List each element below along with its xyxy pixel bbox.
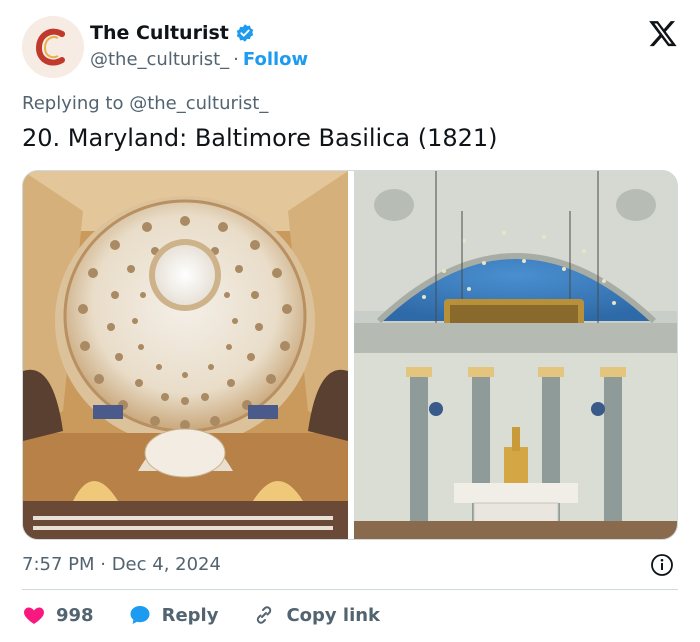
copy-link-label: Copy link [286,604,381,626]
separator-dot: · [233,49,239,70]
timestamp[interactable]: 7:57 PM · Dec 4, 2024 [22,554,221,575]
reply-bubble-icon [130,606,150,624]
like-count: 998 [56,604,94,626]
tweet-card: The Culturist @the_culturist_ · Follow R… [0,0,700,642]
basilica-altar-photo[interactable] [354,171,677,539]
tweet-header: The Culturist @the_culturist_ · Follow [22,16,678,78]
media-grid [22,170,678,540]
reply-label: Reply [161,604,219,626]
like-button[interactable]: 998 [22,603,94,627]
replying-to: Replying to @the_culturist_ [22,93,269,114]
copy-link-button[interactable]: Copy link [252,603,380,627]
author-name-row: The Culturist [90,22,255,44]
link-icon [257,606,272,624]
info-icon[interactable] [650,553,674,577]
follow-button[interactable]: Follow [243,49,308,70]
author-name[interactable]: The Culturist [90,22,229,44]
basilica-dome-photo[interactable] [23,171,348,539]
avatar[interactable] [22,16,84,78]
reply-button[interactable]: Reply [128,603,219,627]
divider [22,589,678,590]
author-handle-row: @the_culturist_ · Follow [90,49,308,70]
x-logo-icon[interactable] [648,18,678,48]
action-bar: 998 Reply Copy link [22,600,414,630]
verified-badge-icon [236,24,254,42]
dome-image-icon [23,171,348,539]
tweet-text: 20. Maryland: Baltimore Basilica (1821) [22,124,498,152]
culturist-logo-icon [22,16,84,78]
altar-image-icon [354,171,677,539]
heart-icon [24,607,44,624]
author-handle[interactable]: @the_culturist_ [90,49,229,70]
